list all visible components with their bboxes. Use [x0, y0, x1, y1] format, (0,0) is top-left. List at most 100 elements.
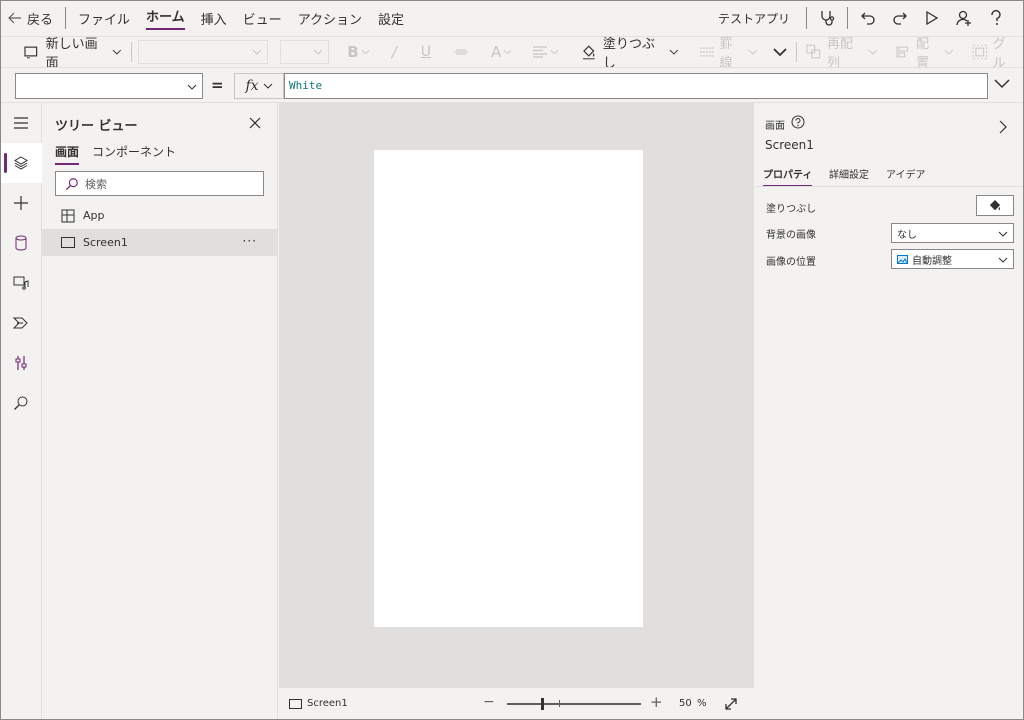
app-checker-button[interactable] — [811, 0, 843, 36]
reorder-button[interactable]: 再配列 — [800, 37, 883, 71]
question-icon — [991, 9, 1001, 25]
group-button[interactable]: グル — [966, 37, 1024, 71]
border-button[interactable]: 罫線 — [693, 37, 764, 71]
help-button[interactable] — [791, 115, 805, 132]
formula-input[interactable]: White — [284, 73, 988, 99]
arrow-left-icon — [8, 12, 21, 24]
tree-item-app[interactable]: App — [42, 202, 277, 229]
fill-color-picker[interactable] — [976, 195, 1014, 216]
tab-properties[interactable]: プロパティ — [763, 166, 813, 187]
menu-right-tools: テストアプリ — [706, 0, 1024, 36]
rail-data[interactable] — [0, 223, 42, 263]
redo-button[interactable] — [884, 0, 916, 36]
chevron-down-icon — [187, 84, 197, 90]
preview-button[interactable] — [916, 0, 948, 36]
play-icon — [926, 10, 939, 26]
ribbon-overflow-button[interactable] — [767, 37, 793, 68]
more-options-button[interactable]: ··· — [243, 234, 257, 248]
zoom-unit: % — [697, 698, 707, 709]
screen1-surface[interactable] — [374, 150, 643, 627]
border-label: 罫線 — [719, 37, 733, 71]
menu-divider — [847, 7, 848, 29]
fit-to-window-button[interactable] — [724, 697, 738, 714]
chevron-down-icon — [503, 49, 512, 55]
zoom-slider-thumb[interactable] — [541, 698, 544, 710]
hamburger-button[interactable] — [0, 103, 42, 143]
menu-file[interactable]: ファイル — [70, 0, 138, 36]
image-position-value: 自動調整 — [912, 255, 952, 267]
menu-home[interactable]: ホーム — [138, 0, 193, 36]
chevron-down-icon — [669, 49, 679, 55]
rail-tree-view[interactable] — [0, 143, 42, 183]
align-objects-icon — [896, 46, 908, 58]
new-screen-button[interactable]: 新しい画面 — [0, 37, 128, 71]
expand-formula-button[interactable] — [994, 78, 1010, 92]
help-button[interactable] — [980, 0, 1012, 36]
tab-components[interactable]: コンポーネント — [92, 143, 176, 160]
canvas-status-bar: Screen1 − + 50 % — [279, 687, 754, 720]
tools-icon — [15, 356, 27, 370]
property-selector[interactable] — [15, 73, 203, 99]
italic-button[interactable]: / — [386, 37, 403, 68]
font-size-dropdown[interactable] — [280, 40, 330, 64]
paint-bucket-icon — [989, 199, 1001, 213]
collapse-panel-button[interactable] — [999, 120, 1007, 137]
ribbon-toolbar: 新しい画面 B / U A 塗りつぶし 罫線 再配列 配置 グル — [0, 36, 1024, 71]
undo-button[interactable] — [852, 0, 884, 36]
back-button[interactable]: 戻る — [0, 0, 61, 36]
control-type-label: 画面 — [765, 121, 785, 132]
menu-divider — [806, 7, 807, 29]
share-button[interactable] — [948, 0, 980, 36]
menu-action[interactable]: アクション — [290, 0, 370, 36]
bold-icon: B — [347, 43, 359, 61]
menu-view[interactable]: ビュー — [235, 0, 290, 36]
image-position-dropdown[interactable]: 自動調整 — [891, 249, 1014, 269]
bold-button[interactable]: B — [341, 37, 375, 68]
menu-settings[interactable]: 設定 — [370, 0, 412, 36]
text-align-button[interactable] — [526, 37, 565, 68]
image-position-label: 画像の位置 — [766, 257, 816, 268]
rail-power-automate[interactable] — [0, 303, 42, 343]
chevron-down-icon — [748, 49, 757, 55]
fill-button[interactable]: 塗りつぶし — [575, 37, 685, 71]
chevron-down-icon — [998, 231, 1008, 237]
tab-advanced[interactable]: 詳細設定 — [829, 166, 869, 181]
test-app-label: テストアプリ — [717, 11, 790, 26]
rail-advanced-tools[interactable] — [0, 343, 42, 383]
rail-insert[interactable] — [0, 183, 42, 223]
tab-ideas[interactable]: アイデア — [886, 166, 926, 181]
rail-media[interactable] — [0, 263, 42, 303]
tree-close-button[interactable] — [248, 116, 262, 133]
strikethrough-button[interactable] — [447, 37, 475, 68]
tree-view-panel: ツリー ビュー 画面 コンポーネント 検索 App Screen1 ··· — [42, 103, 278, 720]
underline-button[interactable]: U — [415, 37, 437, 68]
tree-item-screen1[interactable]: Screen1 ··· — [42, 229, 277, 256]
zoom-in-button[interactable]: + — [650, 693, 663, 711]
hamburger-icon — [14, 117, 28, 129]
font-family-dropdown[interactable] — [138, 40, 269, 64]
background-image-value: なし — [897, 229, 917, 241]
tree-search-input[interactable]: 検索 — [55, 171, 264, 196]
tab-screens[interactable]: 画面 — [55, 143, 80, 165]
tree-search-placeholder: 検索 — [85, 177, 107, 191]
background-image-dropdown[interactable]: なし — [891, 223, 1014, 243]
zoom-out-button[interactable]: − — [483, 694, 495, 710]
align-button[interactable]: 配置 — [890, 37, 961, 71]
group-icon — [972, 44, 988, 60]
menu-insert[interactable]: 挿入 — [193, 0, 235, 36]
font-color-button[interactable]: A — [485, 37, 518, 68]
fx-button[interactable]: fx — [234, 73, 284, 99]
rail-search[interactable] — [0, 383, 42, 423]
zoom-slider-tick — [559, 700, 560, 707]
chevron-down-icon — [550, 49, 559, 55]
menu-settings-label: 設定 — [378, 12, 405, 28]
zoom-slider[interactable] — [507, 703, 641, 705]
chevron-right-icon — [999, 120, 1007, 134]
align-text-icon — [533, 46, 548, 58]
screen-selector[interactable]: Screen1 — [289, 698, 348, 709]
flow-icon — [13, 317, 28, 329]
font-color-icon: A — [491, 43, 502, 61]
chevron-down-icon — [868, 49, 877, 55]
media-icon — [13, 276, 29, 290]
menu-bar: 戻る ファイル ホーム 挿入 ビュー アクション 設定 テストアプリ — [0, 0, 1024, 36]
